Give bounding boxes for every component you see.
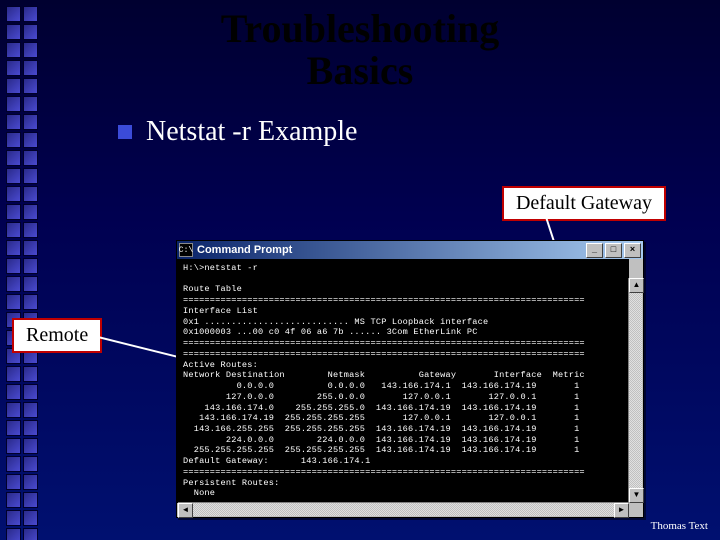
title-line-1: Troubleshooting — [221, 6, 500, 51]
window-icon: C:\ — [179, 243, 193, 257]
pointer-line-remote — [90, 334, 188, 360]
window-titlebar: C:\ Command Prompt _ □ × — [177, 241, 643, 259]
terminal-area: H:\>netstat -r Route Table =============… — [177, 259, 643, 517]
slide: // will be overridden below after data l… — [0, 0, 720, 540]
window-buttons: _ □ × — [586, 243, 641, 258]
scrollbar-horizontal[interactable]: ◄ ► — [178, 502, 629, 516]
scroll-right-button[interactable]: ► — [614, 503, 629, 518]
title-line-2: Basics — [307, 48, 414, 93]
footer-text: Thomas Text — [651, 520, 708, 532]
scrollbar-vertical[interactable]: ▲ ▼ — [628, 278, 642, 503]
slide-title: Troubleshooting Basics — [0, 8, 720, 92]
bullet-item: Netstat -r Example — [118, 116, 357, 148]
scroll-down-button[interactable]: ▼ — [629, 488, 644, 503]
callout-gateway-label: Default Gateway — [516, 192, 652, 214]
bullet-text: Netstat -r Example — [146, 116, 357, 148]
callout-remote-label: Remote — [26, 324, 88, 346]
command-prompt-window: C:\ Command Prompt _ □ × H:\>netstat -r … — [176, 240, 644, 518]
window-title: Command Prompt — [197, 244, 586, 256]
callout-default-gateway: Default Gateway — [502, 186, 666, 221]
window-icon-glyph: C:\ — [179, 246, 193, 255]
close-button[interactable]: × — [624, 243, 641, 258]
minimize-button[interactable]: _ — [586, 243, 603, 258]
bullet-icon — [118, 125, 132, 139]
maximize-button[interactable]: □ — [605, 243, 622, 258]
scroll-left-button[interactable]: ◄ — [178, 503, 193, 518]
scroll-up-button[interactable]: ▲ — [629, 278, 644, 293]
terminal-output: H:\>netstat -r Route Table =============… — [177, 259, 629, 503]
